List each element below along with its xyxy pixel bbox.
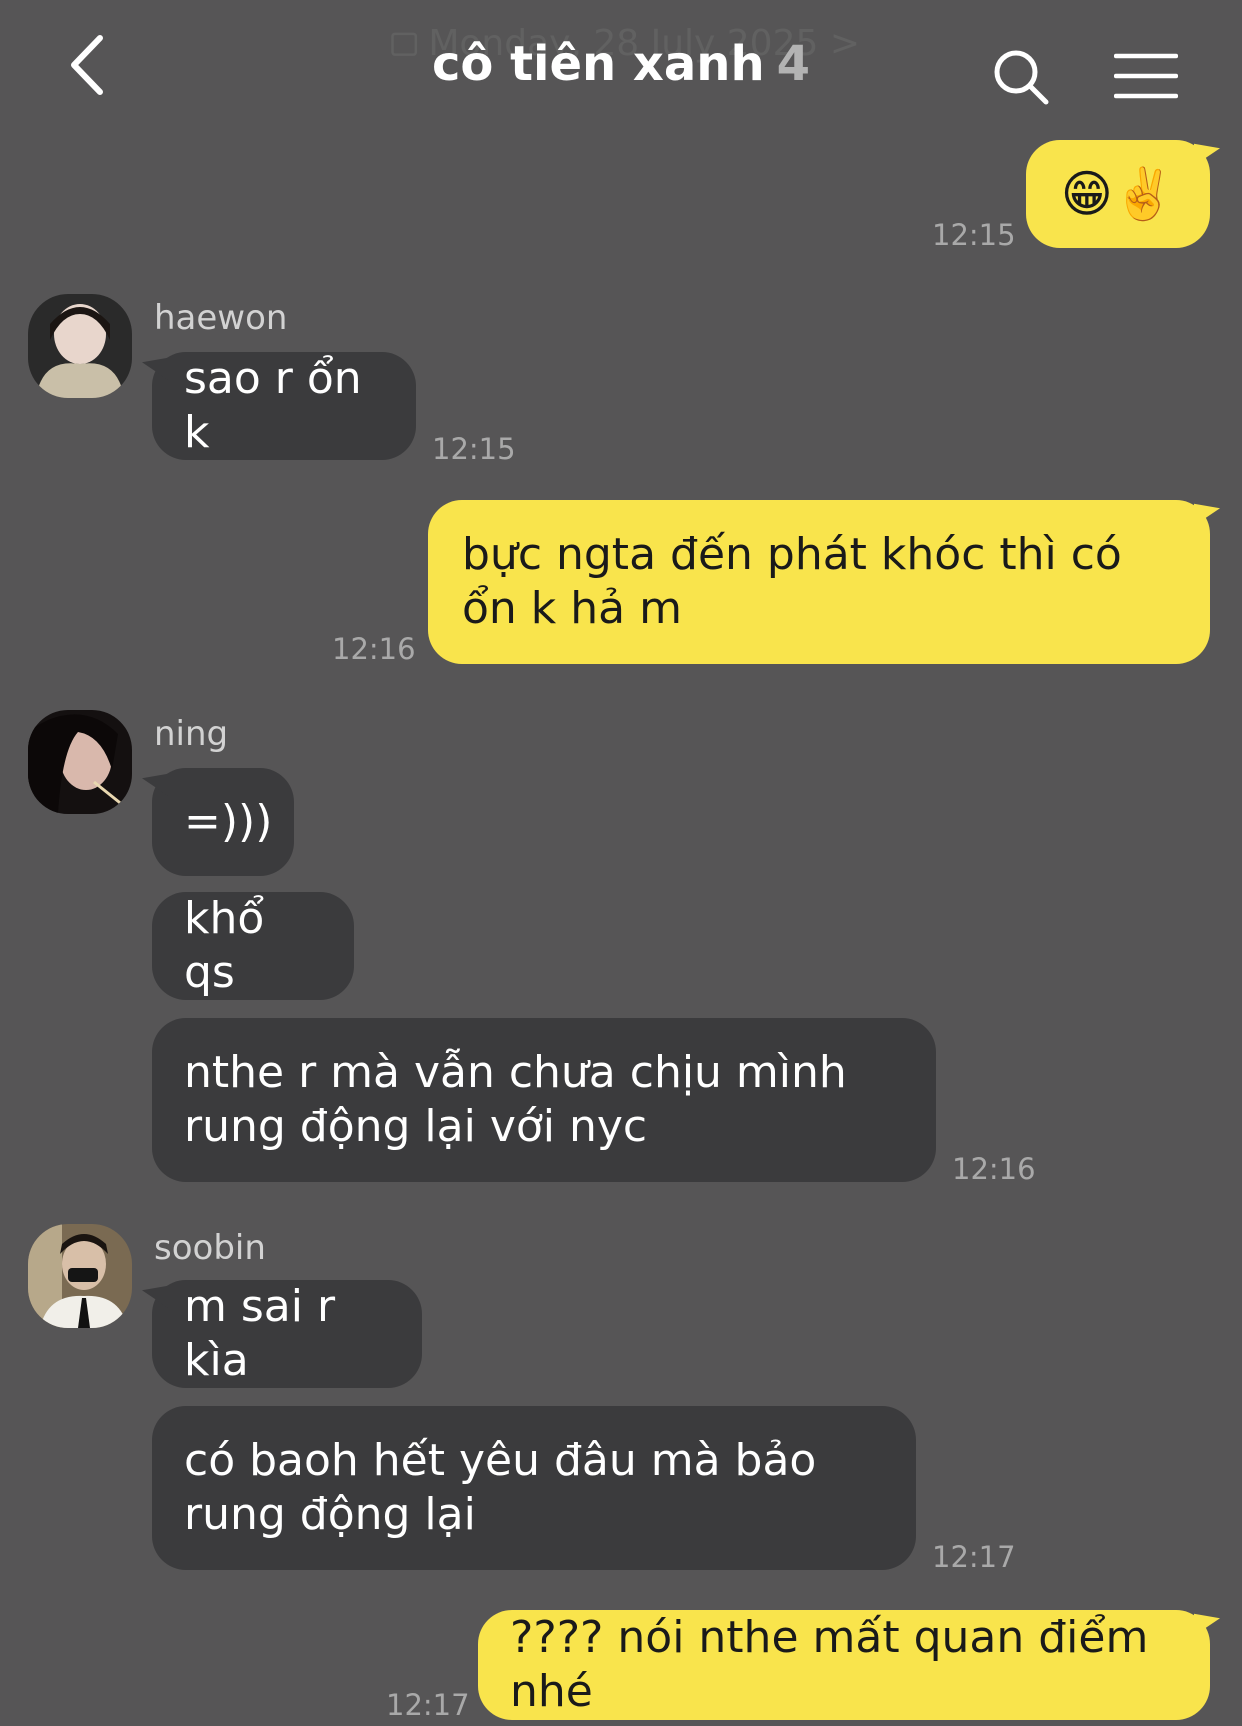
avatar[interactable] <box>28 710 132 814</box>
outgoing-message-bubble[interactable]: ???? nói nthe mất quan điểm nhé <box>478 1610 1210 1720</box>
chat-title-name: cô tiên xanh <box>431 36 765 92</box>
message-text: có baoh hết yêu đâu mà bảo rung động lại <box>184 1435 817 1540</box>
menu-button[interactable] <box>1113 52 1179 100</box>
message-time: 12:17 <box>386 1688 470 1722</box>
search-icon <box>994 50 1049 105</box>
message-text: bực ngta đến phát khóc thì có ổn k hả m <box>462 529 1122 634</box>
incoming-message-bubble[interactable]: khổ qs <box>152 892 354 1000</box>
avatar[interactable] <box>28 294 132 398</box>
chat-title: cô tiên xanh 4 <box>300 36 942 92</box>
incoming-message-bubble[interactable]: có baoh hết yêu đâu mà bảo rung động lại <box>152 1406 916 1570</box>
message-text: =))) <box>184 796 273 847</box>
chat-header: Monday, 28 July 2025 > cô tiên xanh 4 <box>0 0 1242 140</box>
sender-name: haewon <box>154 298 288 338</box>
avatar-photo <box>28 710 132 814</box>
incoming-message-bubble[interactable]: m sai r kìa <box>152 1280 422 1388</box>
hamburger-menu-icon <box>1113 53 1179 99</box>
incoming-message-bubble[interactable]: nthe r mà vẫn chưa chịu mình rung động l… <box>152 1018 936 1182</box>
message-time: 12:15 <box>932 218 1016 252</box>
avatar-photo <box>28 1224 132 1328</box>
avatar[interactable] <box>28 1224 132 1328</box>
sender-name: ning <box>154 714 229 754</box>
message-text: ???? nói nthe mất quan điểm nhé <box>510 1612 1149 1717</box>
message-text: nthe r mà vẫn chưa chịu mình rung động l… <box>184 1047 847 1152</box>
outgoing-message-bubble[interactable]: bực ngta đến phát khóc thì có ổn k hả m <box>428 500 1210 664</box>
chevron-left-icon <box>71 35 103 95</box>
message-time: 12:16 <box>332 632 416 666</box>
outgoing-message-bubble[interactable]: 😁✌️ <box>1026 140 1210 248</box>
message-time: 12:15 <box>432 432 516 466</box>
member-count: 4 <box>776 36 811 92</box>
message-text: m sai r kìa <box>184 1281 336 1386</box>
incoming-message-bubble[interactable]: sao r ổn k <box>152 352 416 460</box>
message-text: khổ qs <box>184 893 265 998</box>
back-button[interactable] <box>62 30 118 100</box>
sender-name: soobin <box>154 1228 266 1268</box>
message-text: 😁✌️ <box>1060 165 1176 223</box>
message-text: sao r ổn k <box>184 353 362 458</box>
search-button[interactable] <box>992 48 1050 108</box>
avatar-photo <box>28 294 132 398</box>
message-time: 12:17 <box>932 1540 1016 1574</box>
incoming-message-bubble[interactable]: =))) <box>152 768 294 876</box>
message-time: 12:16 <box>952 1152 1036 1186</box>
